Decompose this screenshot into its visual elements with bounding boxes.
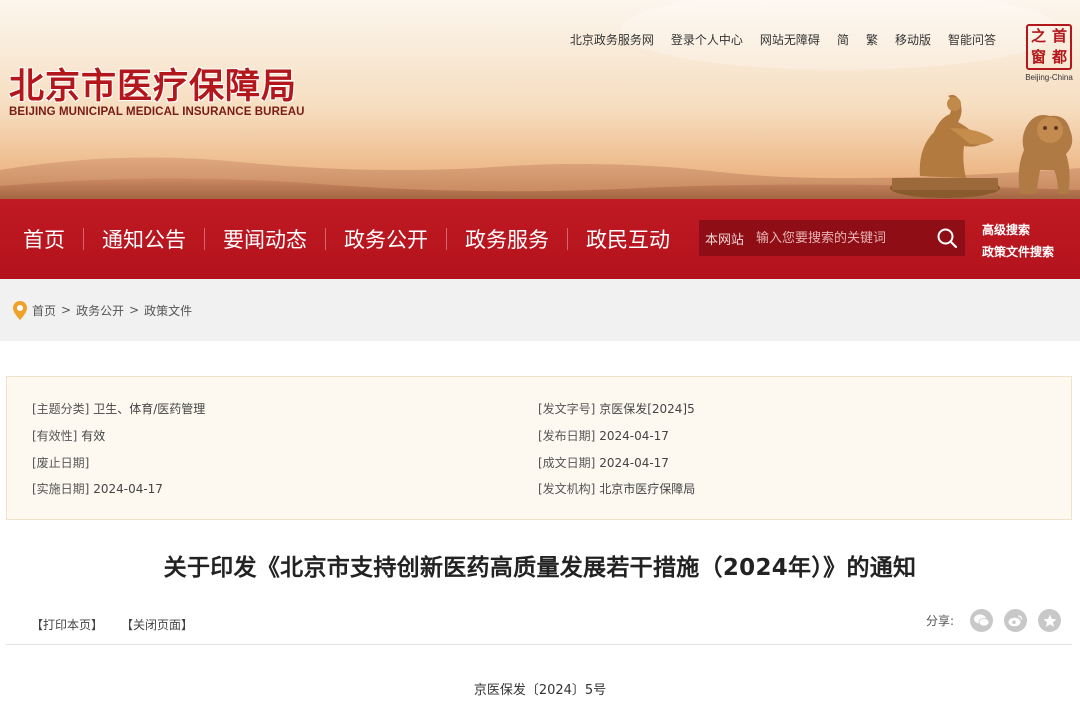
advanced-search-link[interactable]: 高级搜索 [982, 221, 1054, 238]
meta-value: 有效 [81, 429, 106, 443]
nav-item-home[interactable]: 首页 [0, 224, 83, 254]
meta-written-date: [成文日期] 2024-04-17 [538, 454, 669, 471]
meta-label: [发布日期] [538, 429, 596, 443]
seal-char: 都 [1051, 48, 1067, 66]
site-banner: 北京市医疗保障局 BEIJING MUNICIPAL MEDICAL INSUR… [0, 0, 1080, 199]
wechat-icon[interactable] [970, 609, 994, 632]
meta-value: 京医保发[2024]5 [599, 402, 695, 416]
meta-validity: [有效性] 有效 [32, 427, 105, 444]
meta-publish-date: [发布日期] 2024-04-17 [538, 427, 669, 444]
breadcrumb: 首页 > 政务公开 > 政策文件 [0, 279, 1080, 341]
meta-label: [发文机构] [538, 482, 596, 496]
meta-value: 卫生、体育/医药管理 [93, 402, 206, 416]
meta-repeal-date: [废止日期] [32, 454, 89, 471]
bronze-statue-illustration [890, 94, 1073, 198]
meta-label: [发文字号] [538, 402, 596, 416]
search-icon[interactable] [935, 226, 959, 250]
weibo-icon[interactable] [1004, 609, 1028, 632]
policy-search-link[interactable]: 政策文件搜索 [982, 243, 1054, 260]
capital-logo-caption: Beijing-China [1025, 73, 1073, 82]
meta-doc-number: [发文字号] 京医保发[2024]5 [538, 400, 695, 417]
meta-label: [主题分类] [32, 402, 90, 416]
top-link-login[interactable]: 登录个人中心 [671, 31, 743, 48]
nav-items: 首页 通知公告 要闻动态 政务公开 政务服务 政民互动 [0, 199, 688, 279]
nav-item-gov-affairs[interactable]: 政务公开 [326, 224, 446, 254]
top-link-gov-service[interactable]: 北京政务服务网 [570, 31, 654, 48]
breadcrumb-policy-docs[interactable]: 政策文件 [144, 302, 192, 319]
breadcrumb-home[interactable]: 首页 [32, 302, 56, 319]
top-link-accessibility[interactable]: 网站无障碍 [760, 31, 820, 48]
seal-char: 窗 [1030, 48, 1046, 66]
nav-item-notices[interactable]: 通知公告 [84, 224, 204, 254]
article-title: 关于印发《北京市支持创新医药高质量发展若干措施（2024年）》的通知 [163, 555, 917, 581]
document-number: 京医保发〔2024〕5号 [473, 683, 607, 698]
main-nav: 首页 通知公告 要闻动态 政务公开 政务服务 政民互动 本网站 高级搜索 政策文… [0, 199, 1080, 279]
meta-value: 2024-04-17 [93, 482, 163, 496]
breadcrumb-gov-affairs[interactable]: 政务公开 [76, 302, 124, 319]
search-input[interactable] [756, 230, 917, 246]
document-meta-box: [主题分类] 卫生、体育/医药管理 [有效性] 有效 [废止日期] [实施日期]… [6, 376, 1072, 520]
site-title[interactable]: 北京市医疗保障局 [9, 58, 297, 109]
meta-label: [成文日期] [538, 456, 596, 470]
breadcrumb-separator: > [129, 303, 140, 317]
top-link-mobile[interactable]: 移动版 [895, 31, 931, 48]
content-divider [6, 644, 1072, 645]
qzone-icon[interactable] [1038, 609, 1062, 632]
meta-label: [废止日期] [32, 456, 90, 470]
meta-topic: [主题分类] 卫生、体育/医药管理 [32, 400, 205, 417]
location-pin-icon [13, 300, 27, 320]
meta-issuer: [发文机构] 北京市医疗保障局 [538, 480, 695, 497]
top-link-simplified[interactable]: 简 [837, 31, 849, 48]
meta-label: [实施日期] [32, 482, 90, 496]
top-links: 北京政务服务网 登录个人中心 网站无障碍 简 繁 移动版 智能问答 [570, 31, 996, 48]
top-link-smart-qa[interactable]: 智能问答 [948, 31, 996, 48]
meta-label: [有效性] [32, 429, 78, 443]
nav-item-news[interactable]: 要闻动态 [205, 224, 325, 254]
meta-value: 2024-04-17 [599, 429, 669, 443]
seal-char: 之 [1030, 27, 1046, 45]
advanced-search-links: 高级搜索 政策文件搜索 [982, 221, 1054, 260]
print-page-link[interactable]: 【打印本页】 [31, 616, 103, 633]
article-tools: 【打印本页】 【关闭页面】 [31, 616, 193, 633]
seal-char: 首 [1051, 27, 1067, 45]
meta-effective-date: [实施日期] 2024-04-17 [32, 480, 163, 497]
nav-item-gov-services[interactable]: 政务服务 [447, 224, 567, 254]
top-link-traditional[interactable]: 繁 [866, 31, 878, 48]
meta-value: 北京市医疗保障局 [599, 482, 696, 496]
search-scope-select[interactable]: 本网站 [699, 229, 744, 248]
site-search: 本网站 [699, 220, 965, 256]
share-label: 分享: [926, 614, 955, 628]
site-subtitle: BEIJING MUNICIPAL MEDICAL INSURANCE BURE… [9, 106, 305, 118]
close-page-link[interactable]: 【关闭页面】 [121, 616, 193, 633]
share-bar: 分享: [926, 609, 1072, 632]
meta-value: 2024-04-17 [599, 456, 669, 470]
capital-window-logo[interactable]: 之 首 窗 都 Beijing-China [1024, 24, 1074, 88]
nav-item-interaction[interactable]: 政民互动 [568, 224, 688, 254]
capital-seal-icon: 之 首 窗 都 [1026, 24, 1072, 70]
breadcrumb-separator: > [61, 303, 72, 317]
